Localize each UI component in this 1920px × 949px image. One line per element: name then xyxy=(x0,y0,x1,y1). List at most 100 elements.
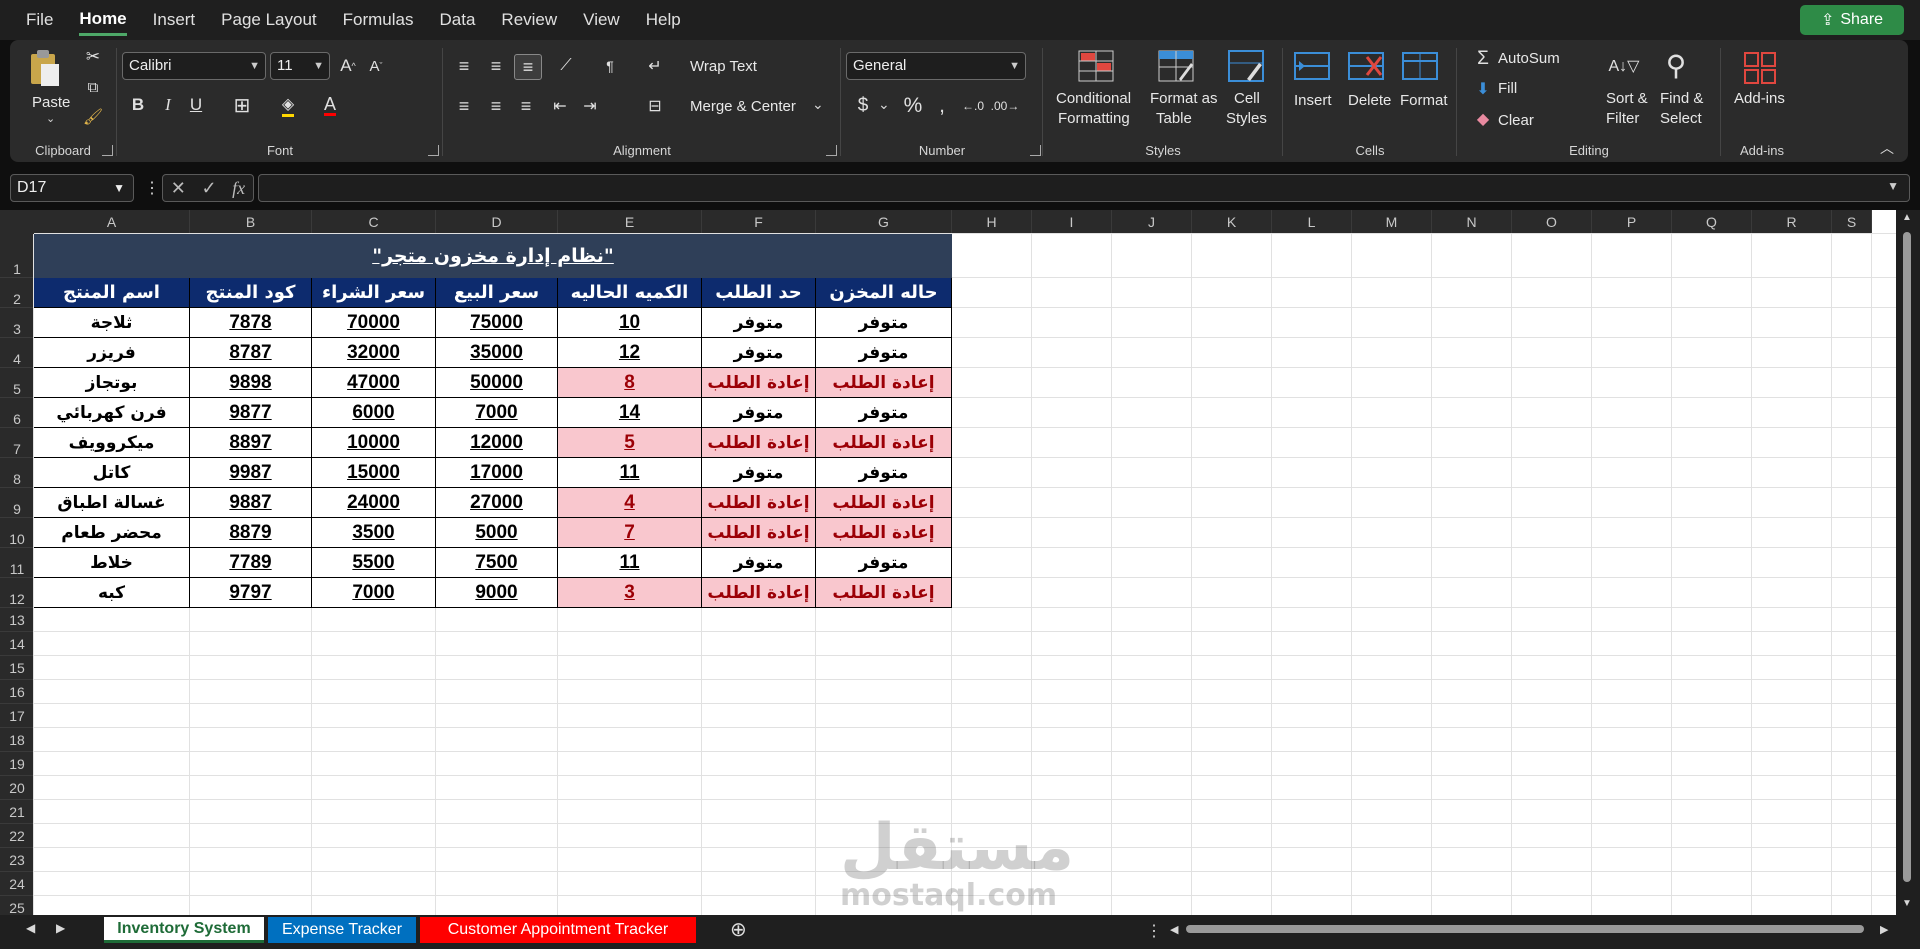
column-header-m[interactable]: M xyxy=(1352,210,1432,234)
cell-current-qty[interactable]: 11 xyxy=(558,458,702,488)
column-header-n[interactable]: N xyxy=(1432,210,1512,234)
cell-current-qty[interactable]: 5 xyxy=(558,428,702,458)
cell-reorder-level[interactable]: متوفر xyxy=(702,338,816,368)
column-header-l[interactable]: L xyxy=(1272,210,1352,234)
underline-icon[interactable]: U xyxy=(184,92,208,118)
cell-purchase-price[interactable]: 32000 xyxy=(312,338,436,368)
text-direction-icon[interactable]: ¶ xyxy=(596,54,624,78)
header-product-name[interactable]: اسم المنتج xyxy=(34,278,190,308)
chevron-down-icon[interactable]: ⌄ xyxy=(878,96,890,113)
font-launcher-icon[interactable] xyxy=(428,145,439,156)
header-reorder-level[interactable]: حد الطلب xyxy=(702,278,816,308)
column-header-i[interactable]: I xyxy=(1032,210,1112,234)
column-header-d[interactable]: D xyxy=(436,210,558,234)
fill-icon[interactable]: ⬇ xyxy=(1472,78,1494,100)
cut-icon[interactable]: ✂ xyxy=(82,46,104,68)
cell-styles-button[interactable]: Cell xyxy=(1234,90,1260,107)
cell-current-qty[interactable]: 4 xyxy=(558,488,702,518)
column-header-j[interactable]: J xyxy=(1112,210,1192,234)
row-header-19[interactable]: 19 xyxy=(0,752,34,776)
cell-product-code[interactable]: 8879 xyxy=(190,518,312,548)
align-middle-icon[interactable]: ≡ xyxy=(484,54,508,78)
header-product-code[interactable]: كود المنتج xyxy=(190,278,312,308)
cell-current-qty[interactable]: 10 xyxy=(558,308,702,338)
cell-stock-status[interactable]: متوفر xyxy=(816,458,952,488)
more-options-icon[interactable]: ⋮ xyxy=(1146,921,1162,941)
cell-stock-status[interactable]: متوفر xyxy=(816,338,952,368)
menu-tab-home[interactable]: Home xyxy=(79,5,127,36)
cell-product-name[interactable]: فرن كهربائي xyxy=(34,398,190,428)
cell-sale-price[interactable]: 7000 xyxy=(436,398,558,428)
column-header-s[interactable]: S xyxy=(1832,210,1872,234)
cell-sale-price[interactable]: 35000 xyxy=(436,338,558,368)
cell-stock-status[interactable]: إعادة الطلب xyxy=(816,518,952,548)
paste-dropdown-icon[interactable]: ⌄ xyxy=(46,112,55,125)
row-header-23[interactable]: 23 xyxy=(0,848,34,872)
add-sheet-icon[interactable]: ⊕ xyxy=(730,917,747,942)
format-as-table-icon[interactable] xyxy=(1156,48,1196,84)
cell-reorder-level[interactable]: متوفر xyxy=(702,458,816,488)
row-header-17[interactable]: 17 xyxy=(0,704,34,728)
fill-color-icon[interactable]: ◈ xyxy=(276,92,300,118)
cell-sale-price[interactable]: 5000 xyxy=(436,518,558,548)
collapse-ribbon-icon[interactable]: ︿ xyxy=(1880,138,1894,158)
cell-stock-status[interactable]: إعادة الطلب xyxy=(816,488,952,518)
cell-styles-icon[interactable] xyxy=(1226,48,1266,84)
column-header-p[interactable]: P xyxy=(1592,210,1672,234)
align-center-icon[interactable]: ≡ xyxy=(484,94,508,118)
wrap-text-icon[interactable]: ↵ xyxy=(644,54,666,78)
column-header-b[interactable]: B xyxy=(190,210,312,234)
cell-sale-price[interactable]: 27000 xyxy=(436,488,558,518)
cell-styles-button-line2[interactable]: Styles xyxy=(1226,110,1267,127)
cell-stock-status[interactable]: إعادة الطلب xyxy=(816,578,952,608)
column-header-q[interactable]: Q xyxy=(1672,210,1752,234)
cell-reorder-level[interactable]: إعادة الطلب xyxy=(702,518,816,548)
copy-icon[interactable]: ⧉ xyxy=(82,76,104,98)
row-header-3[interactable]: 3 xyxy=(0,308,34,338)
row-header-18[interactable]: 18 xyxy=(0,728,34,752)
format-as-table-button[interactable]: Format as xyxy=(1150,90,1218,107)
cell-purchase-price[interactable]: 47000 xyxy=(312,368,436,398)
row-header-9[interactable]: 9 xyxy=(0,488,34,518)
cell-reorder-level[interactable]: إعادة الطلب xyxy=(702,428,816,458)
cell-product-name[interactable]: كاتل xyxy=(34,458,190,488)
merge-center-button[interactable]: Merge & Center xyxy=(690,98,796,115)
cell-purchase-price[interactable]: 10000 xyxy=(312,428,436,458)
conditional-formatting-icon[interactable] xyxy=(1076,48,1116,84)
column-header-c[interactable]: C xyxy=(312,210,436,234)
sheet-tab-expense-tracker[interactable]: Expense Tracker xyxy=(268,917,416,943)
row-header-24[interactable]: 24 xyxy=(0,872,34,896)
insert-button[interactable]: Insert xyxy=(1294,92,1332,109)
cell-reorder-level[interactable]: إعادة الطلب xyxy=(702,578,816,608)
borders-icon[interactable]: ⊞ xyxy=(230,92,254,118)
row-header-11[interactable]: 11 xyxy=(0,548,34,578)
sort-filter-button-line2[interactable]: Filter xyxy=(1606,110,1639,127)
cell-purchase-price[interactable]: 15000 xyxy=(312,458,436,488)
vertical-scroll-thumb[interactable] xyxy=(1903,232,1911,882)
menu-tab-insert[interactable]: Insert xyxy=(153,6,196,34)
formula-input[interactable]: ▼ xyxy=(258,174,1910,202)
find-select-icon[interactable]: ⚲ xyxy=(1656,46,1696,84)
cell-current-qty[interactable]: 11 xyxy=(558,548,702,578)
menu-tab-file[interactable]: File xyxy=(26,6,53,34)
row-header-25[interactable]: 25 xyxy=(0,896,34,915)
cell-purchase-price[interactable]: 24000 xyxy=(312,488,436,518)
currency-icon[interactable]: $ xyxy=(852,94,874,118)
increase-indent-icon[interactable]: ⇥ xyxy=(578,94,602,118)
format-button[interactable]: Format xyxy=(1400,92,1448,109)
delete-cells-icon[interactable] xyxy=(1346,48,1386,84)
header-sale-price[interactable]: سعر البيع xyxy=(436,278,558,308)
menu-tab-help[interactable]: Help xyxy=(646,6,681,34)
clear-button[interactable]: Clear xyxy=(1498,112,1534,129)
cell-purchase-price[interactable]: 6000 xyxy=(312,398,436,428)
font-color-icon[interactable]: A xyxy=(318,92,342,118)
cell-product-code[interactable]: 8897 xyxy=(190,428,312,458)
header-current-qty[interactable]: الكميه الحاليه xyxy=(558,278,702,308)
alignment-launcher-icon[interactable] xyxy=(826,145,837,156)
chevron-down-icon[interactable]: ⌄ xyxy=(812,96,824,113)
number-launcher-icon[interactable] xyxy=(1030,145,1041,156)
cell-sale-price[interactable]: 12000 xyxy=(436,428,558,458)
orientation-icon[interactable]: ⟋ xyxy=(552,54,580,78)
cell-sale-price[interactable]: 75000 xyxy=(436,308,558,338)
align-right-icon[interactable]: ≡ xyxy=(514,94,538,118)
